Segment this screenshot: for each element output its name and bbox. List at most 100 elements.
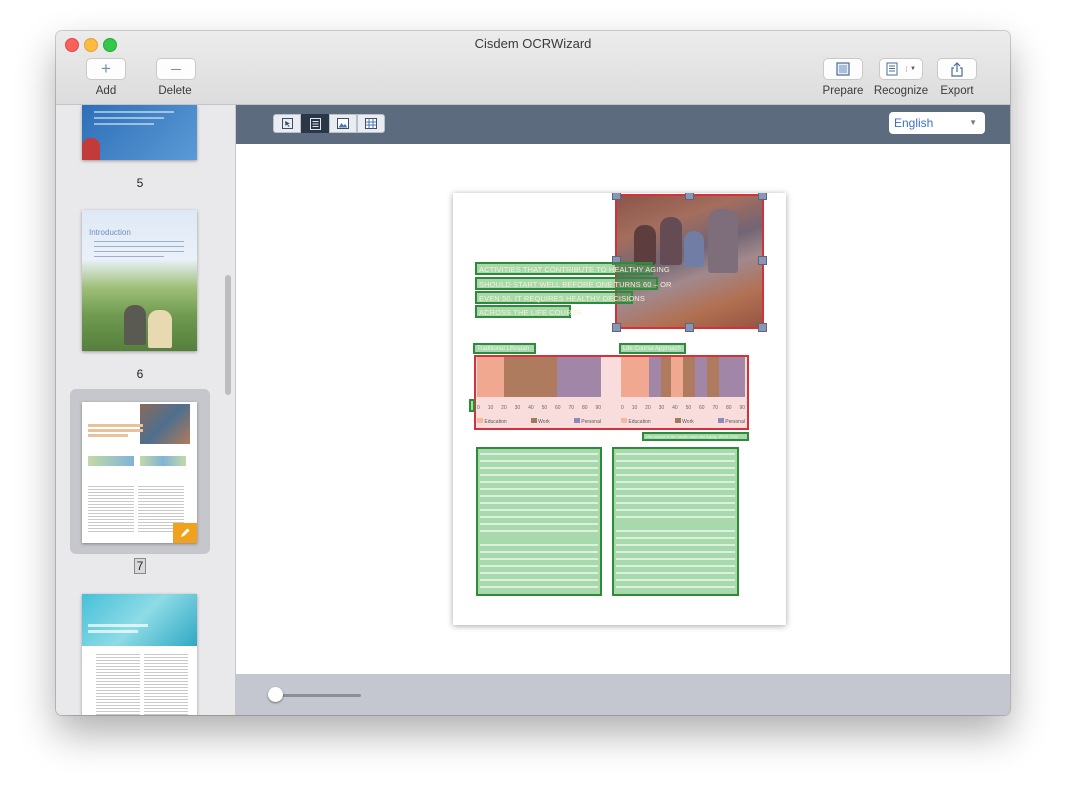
text-region[interactable]: Life Course Approach [619,343,686,354]
prepare-button[interactable] [823,58,863,80]
recognize-button[interactable]: ▼ [879,58,923,80]
tick-label: 30 [658,405,665,411]
document-icon [886,62,898,76]
dropdown-arrow-icon[interactable]: ▼ [906,66,916,72]
text-line [616,481,735,483]
resize-handle[interactable] [758,193,767,200]
zoom-slider-track[interactable] [273,694,361,697]
thumbnail-title: Introduction [89,228,131,237]
thumbnail-photo [82,138,100,160]
share-icon [951,61,963,77]
text-region[interactable]: ACROSS THE LIFE COURSE. [475,305,584,318]
delete-label: Delete [158,85,192,97]
text-line [616,558,735,560]
chart-label: Life Course Approach [623,346,681,352]
text-region-column[interactable] [612,447,739,596]
add-label: Add [95,85,117,97]
text-region[interactable]: SHOULD START WELL BEFORE ONE TURNS 60 – … [475,277,671,290]
thumbnail-chart [140,456,186,466]
document-page[interactable]: ACTIVITIES THAT CONTRIBUTE TO HEALTHY AG… [453,193,786,625]
resize-handle[interactable] [758,256,767,265]
text-region[interactable]: Traditional Lifespan [473,343,536,354]
text-region[interactable]: ACTIVITIES THAT CONTRIBUTE TO HEALTHY AG… [475,262,670,275]
text-line [616,474,735,476]
tick-label: 40 [528,405,534,411]
text-line [616,579,735,581]
language-value: English [894,116,934,130]
thumbnail-text-line [94,123,154,125]
heading-line: SHOULD START WELL BEFORE ONE TURNS 60 – … [479,280,672,289]
text-region-tool-button[interactable] [301,114,329,133]
text-line [616,544,735,546]
heading-line: ACROSS THE LIFE COURSE. [479,308,585,317]
tick-label: 70 [712,405,719,411]
page-number: 6 [136,367,144,381]
page-thumbnail[interactable] [82,594,197,715]
legend-item: Personal [573,418,601,425]
text-region[interactable]: EVEN 50. IT REQUIRES HEALTHY DECISIONS [475,291,645,304]
text-region-column[interactable] [476,447,602,596]
text-region[interactable] [469,399,475,412]
page-thumbnail-selected[interactable] [82,402,197,543]
text-line [480,460,598,462]
text-line [616,495,735,497]
resize-handle[interactable] [685,323,694,332]
tick-label: 80 [725,405,732,411]
thumbnail-text-line [94,117,164,119]
text-line [480,481,598,483]
legend-item: Work [674,418,694,425]
document-canvas[interactable]: ACTIVITIES THAT CONTRIBUTE TO HEALTHY AG… [236,144,1010,674]
text-line [616,453,735,455]
thumbnail-text-line [94,241,184,242]
delete-button[interactable] [156,58,196,80]
edit-badge[interactable] [173,523,197,543]
resize-handle[interactable] [758,323,767,332]
thumbnail-heading [88,630,138,633]
text-line [616,537,735,539]
table-icon [365,118,377,129]
text-region[interactable]: Life course in the health care and Aging… [642,432,749,441]
image-region-tool-button[interactable] [329,114,357,133]
add-button[interactable]: + [86,58,126,80]
legend-item: Education [621,418,651,425]
resize-handle[interactable] [612,323,621,332]
text-line [480,488,598,490]
text-line [480,586,598,588]
thumbnail-text-line [94,246,184,247]
tick-label: 0 [621,405,624,411]
table-region-tool-button[interactable] [357,114,385,133]
page-number-selected: 7 [133,558,147,574]
text-line [480,565,598,567]
text-line [616,530,735,532]
legend-item: Education [477,418,507,425]
resize-handle[interactable] [685,193,694,200]
sidebar-scrollbar[interactable] [225,275,231,395]
select-tool-button[interactable] [273,114,301,133]
thumbnail-chart [88,456,134,466]
tick-label: 10 [487,405,494,411]
zoom-slider-knob[interactable] [268,687,283,702]
plus-icon: + [101,59,111,78]
text-region-icon [309,117,321,130]
resize-handle[interactable] [612,193,621,200]
export-label: Export [940,85,974,97]
text-line [616,565,735,567]
tick-label: 80 [581,405,588,411]
page-number: 7 [70,558,210,574]
right-axis-ticks: 0 10 20 30 40 50 60 70 80 90 [621,405,745,413]
tick-label: 90 [739,405,745,411]
text-line [480,516,598,518]
text-line [480,572,598,574]
page-thumbnail[interactable]: Introduction [82,210,197,351]
thumbnail-text-block [144,652,188,715]
left-chart-legend: Education Work Personal [477,418,601,425]
text-line [480,453,598,455]
page-thumbnail-sidebar[interactable]: 5 Introduction 6 7 [56,105,236,715]
page-thumbnail[interactable] [82,105,197,160]
export-button[interactable] [937,58,977,80]
language-select[interactable]: English ▼ [889,112,985,134]
text-line [616,509,735,511]
thumbnail-person [124,305,146,345]
bottom-bar [236,674,1010,715]
tick-label: 90 [595,405,601,411]
